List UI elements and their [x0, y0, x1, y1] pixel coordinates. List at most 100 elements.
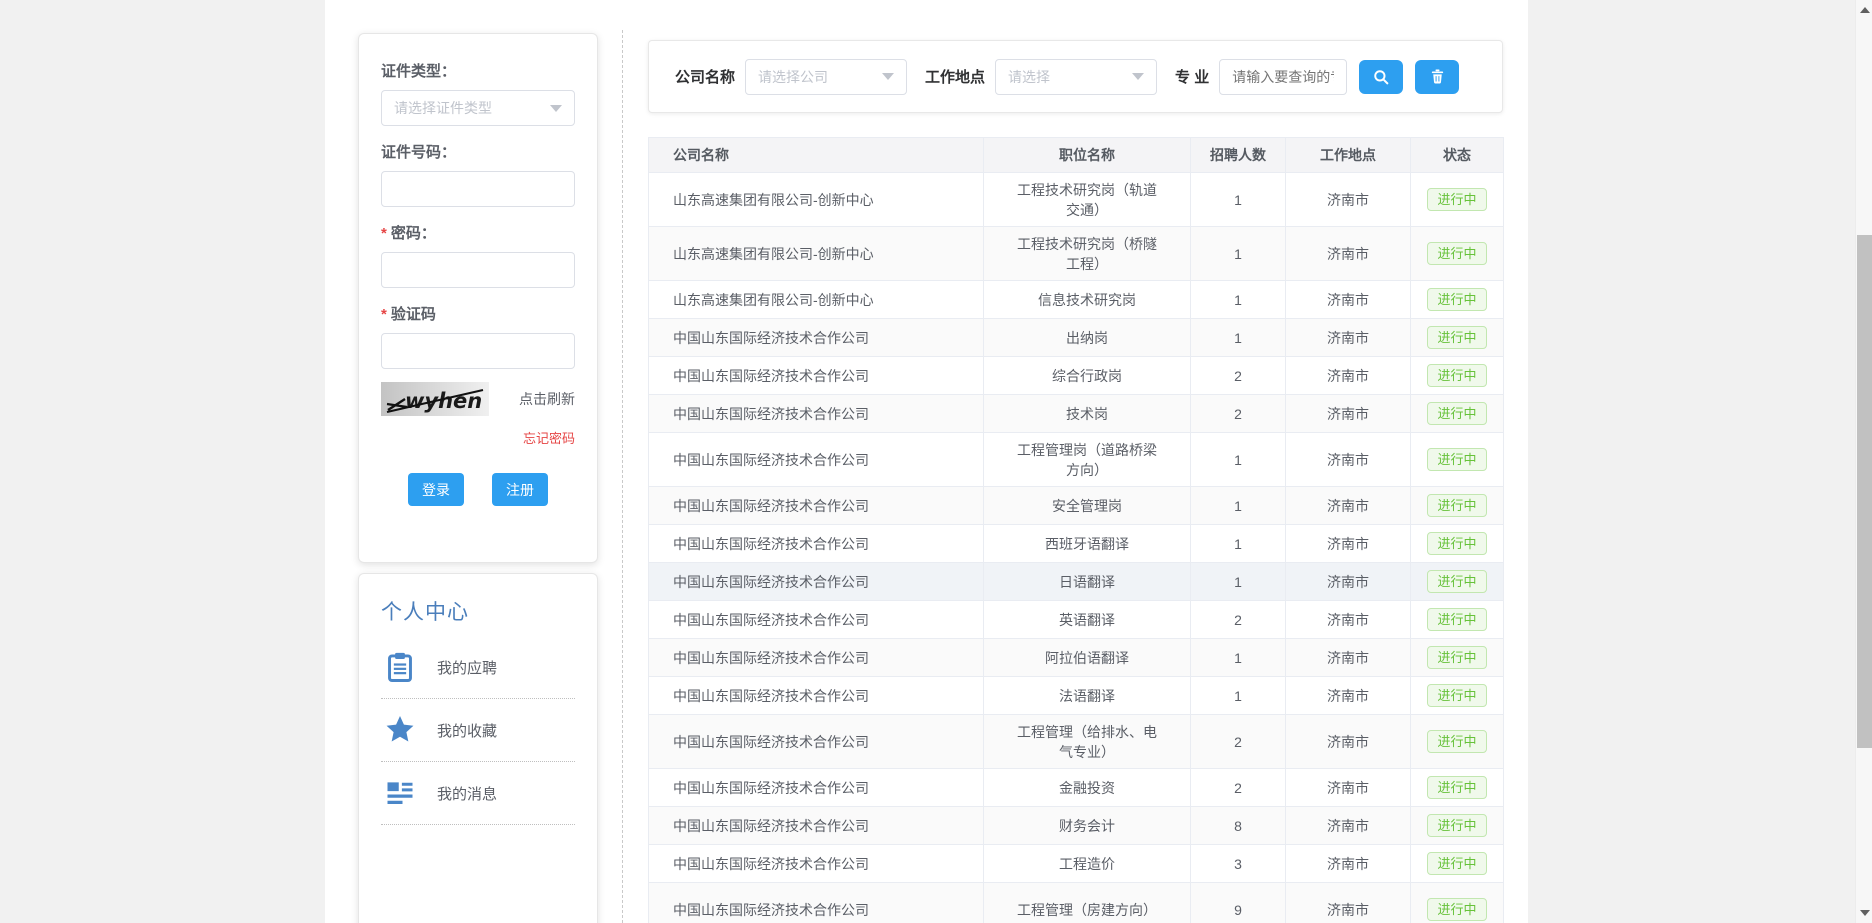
location-cell: 济南市 [1286, 281, 1411, 319]
count-cell: 1 [1191, 227, 1286, 281]
count-cell: 1 [1191, 525, 1286, 563]
certificate-type-select[interactable]: 请选择证件类型 [381, 90, 575, 126]
personal-center-item[interactable]: 我的收藏 [381, 699, 575, 762]
major-filter-input[interactable] [1219, 59, 1347, 95]
clear-button[interactable] [1415, 60, 1459, 94]
chevron-down-icon [1132, 73, 1144, 80]
table-row[interactable]: 中国山东国际经济技术合作公司金融投资2济南市进行中 [649, 769, 1504, 807]
vertical-scrollbar[interactable] [1855, 0, 1872, 923]
position-cell: 英语翻译 [984, 601, 1191, 639]
status-cell: 进行中 [1411, 227, 1504, 281]
status-badge: 进行中 [1427, 730, 1486, 753]
location-cell: 济南市 [1286, 639, 1411, 677]
status-cell: 进行中 [1411, 281, 1504, 319]
table-row[interactable]: 中国山东国际经济技术合作公司综合行政岗2济南市进行中 [649, 357, 1504, 395]
status-badge: 进行中 [1427, 326, 1486, 349]
status-badge: 进行中 [1427, 532, 1486, 555]
status-badge: 进行中 [1427, 364, 1486, 387]
count-cell: 1 [1191, 173, 1286, 227]
table-row[interactable]: 中国山东国际经济技术合作公司安全管理岗1济南市进行中 [649, 487, 1504, 525]
location-cell: 济南市 [1286, 715, 1411, 769]
table-row[interactable]: 中国山东国际经济技术合作公司技术岗2济南市进行中 [649, 395, 1504, 433]
count-cell: 9 [1191, 883, 1286, 923]
login-button[interactable]: 登录 [408, 473, 464, 506]
forgot-password-link[interactable]: 忘记密码 [523, 431, 575, 446]
job-table: 公司名称 职位名称 招聘人数 工作地点 状态 山东高速集团有限公司-创新中心工程… [648, 137, 1504, 923]
count-cell: 1 [1191, 639, 1286, 677]
count-cell: 1 [1191, 433, 1286, 487]
table-row[interactable]: 山东高速集团有限公司-创新中心信息技术研究岗1济南市进行中 [649, 281, 1504, 319]
company-cell: 中国山东国际经济技术合作公司 [649, 769, 984, 807]
table-row[interactable]: 中国山东国际经济技术合作公司工程管理（房建方向）9济南市进行中 [649, 883, 1504, 923]
location-filter-select[interactable]: 请选择 [995, 59, 1157, 95]
captcha-image[interactable]: wyhen [381, 382, 489, 416]
count-cell: 2 [1191, 769, 1286, 807]
company-filter-label: 公司名称 [675, 66, 735, 87]
position-cell: 工程管理岗（道路桥梁方向） [984, 433, 1191, 487]
main-content: 公司名称 请选择公司 工作地点 请选择 专 业 [648, 40, 1503, 923]
status-cell: 进行中 [1411, 563, 1504, 601]
table-header-row: 公司名称 职位名称 招聘人数 工作地点 状态 [649, 138, 1504, 173]
count-cell: 1 [1191, 281, 1286, 319]
table-row[interactable]: 中国山东国际经济技术合作公司法语翻译1济南市进行中 [649, 677, 1504, 715]
company-filter-select[interactable]: 请选择公司 [745, 59, 907, 95]
table-row[interactable]: 山东高速集团有限公司-创新中心工程技术研究岗（轨道交通）1济南市进行中 [649, 173, 1504, 227]
chevron-down-icon [882, 73, 894, 80]
table-row[interactable]: 中国山东国际经济技术合作公司工程造价3济南市进行中 [649, 845, 1504, 883]
personal-center-item-label: 我的收藏 [437, 720, 497, 741]
location-cell: 济南市 [1286, 319, 1411, 357]
status-cell: 进行中 [1411, 677, 1504, 715]
table-row[interactable]: 中国山东国际经济技术合作公司阿拉伯语翻译1济南市进行中 [649, 639, 1504, 677]
company-cell: 山东高速集团有限公司-创新中心 [649, 281, 984, 319]
table-row[interactable]: 中国山东国际经济技术合作公司日语翻译1济南市进行中 [649, 563, 1504, 601]
company-cell: 中国山东国际经济技术合作公司 [649, 525, 984, 563]
search-button[interactable] [1359, 60, 1403, 94]
personal-center-title: 个人中心 [381, 596, 575, 626]
table-row[interactable]: 中国山东国际经济技术合作公司西班牙语翻译1济南市进行中 [649, 525, 1504, 563]
certificate-number-input[interactable] [381, 171, 575, 207]
company-cell: 中国山东国际经济技术合作公司 [649, 715, 984, 769]
company-cell: 山东高速集团有限公司-创新中心 [649, 227, 984, 281]
location-filter-label: 工作地点 [925, 66, 985, 87]
status-cell: 进行中 [1411, 769, 1504, 807]
personal-center-item[interactable]: 我的消息 [381, 762, 575, 825]
table-row[interactable]: 中国山东国际经济技术合作公司工程管理岗（道路桥梁方向）1济南市进行中 [649, 433, 1504, 487]
status-badge: 进行中 [1427, 242, 1486, 265]
table-row[interactable]: 中国山东国际经济技术合作公司财务会计8济南市进行中 [649, 807, 1504, 845]
position-cell: 阿拉伯语翻译 [984, 639, 1191, 677]
table-row[interactable]: 山东高速集团有限公司-创新中心工程技术研究岗（桥隧工程）1济南市进行中 [649, 227, 1504, 281]
company-cell: 山东高速集团有限公司-创新中心 [649, 173, 984, 227]
status-badge: 进行中 [1427, 608, 1486, 631]
company-cell: 中国山东国际经济技术合作公司 [649, 845, 984, 883]
scroll-up-arrow-icon[interactable] [1860, 7, 1870, 13]
personal-center-item[interactable]: 我的应聘 [381, 636, 575, 699]
captcha-input[interactable] [381, 333, 575, 369]
table-row[interactable]: 中国山东国际经济技术合作公司工程管理（给排水、电气专业）2济南市进行中 [649, 715, 1504, 769]
filter-bar: 公司名称 请选择公司 工作地点 请选择 专 业 [648, 40, 1503, 113]
location-cell: 济南市 [1286, 395, 1411, 433]
trash-icon [1429, 68, 1446, 85]
status-cell: 进行中 [1411, 807, 1504, 845]
count-cell: 2 [1191, 357, 1286, 395]
scroll-down-arrow-icon[interactable] [1860, 910, 1870, 916]
status-cell: 进行中 [1411, 357, 1504, 395]
position-cell: 工程管理（给排水、电气专业） [984, 715, 1191, 769]
position-cell: 工程技术研究岗（桥隧工程） [984, 227, 1191, 281]
scrollbar-thumb[interactable] [1857, 235, 1872, 748]
table-row[interactable]: 中国山东国际经济技术合作公司英语翻译2济南市进行中 [649, 601, 1504, 639]
status-cell: 进行中 [1411, 639, 1504, 677]
column-header-status: 状态 [1411, 138, 1504, 173]
captcha-refresh-link[interactable]: 点击刷新 [519, 389, 575, 409]
password-label: *密码： [381, 222, 575, 243]
required-asterisk: * [381, 225, 387, 242]
table-row[interactable]: 中国山东国际经济技术合作公司出纳岗1济南市进行中 [649, 319, 1504, 357]
personal-center-list: 我的应聘我的收藏我的消息 [381, 636, 575, 825]
status-badge: 进行中 [1427, 288, 1486, 311]
count-cell: 1 [1191, 563, 1286, 601]
password-input[interactable] [381, 252, 575, 288]
status-cell: 进行中 [1411, 433, 1504, 487]
company-cell: 中国山东国际经济技术合作公司 [649, 677, 984, 715]
position-cell: 金融投资 [984, 769, 1191, 807]
register-button[interactable]: 注册 [492, 473, 548, 506]
count-cell: 2 [1191, 395, 1286, 433]
